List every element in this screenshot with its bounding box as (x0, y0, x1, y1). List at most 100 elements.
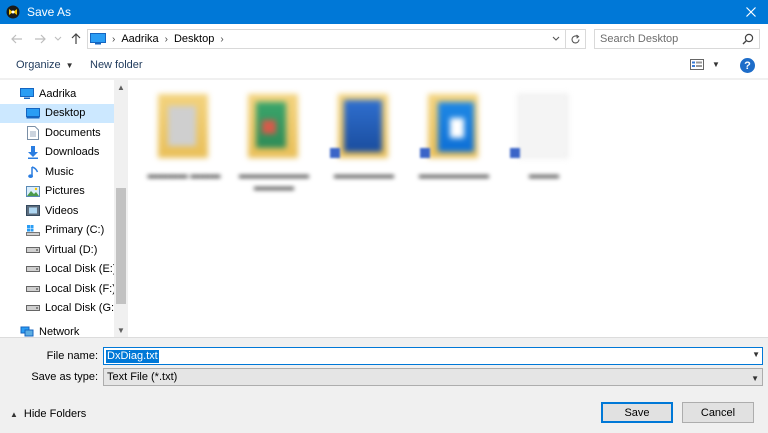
nav-item-label: Virtual (D:) (45, 243, 98, 256)
nav-item-label: Aadrika (39, 87, 77, 100)
folder-thumbnail (158, 94, 208, 158)
nav-item-virtual-d[interactable]: Virtual (D:) (0, 240, 114, 260)
folder-thumbnail (248, 94, 298, 158)
file-list[interactable]: ▬▬▬▬ ▬▬▬ ▬▬▬▬▬▬▬ ▬▬▬▬ ▬▬▬▬▬▬ ▬▬▬▬▬▬▬ ▬▬▬ (128, 80, 768, 337)
nav-item-label: Desktop (45, 107, 86, 120)
forward-arrow-icon (35, 34, 46, 44)
music-icon (26, 165, 40, 179)
window-title: Save As (27, 5, 72, 19)
navigation-pane: Aadrika Desktop Documents Downloads Musi… (0, 80, 128, 337)
refresh-button[interactable] (566, 29, 586, 49)
scrollbar-thumb[interactable] (116, 188, 126, 304)
back-button[interactable] (9, 31, 25, 47)
file-name-selected-text: DxDiag.txt (106, 350, 159, 363)
desktop-icon (26, 106, 40, 120)
file-name-input[interactable]: DxDiag.txt ▼ (103, 347, 763, 365)
nav-item-label: Pictures (45, 185, 85, 198)
nav-item-label: Downloads (45, 146, 100, 159)
nav-item-label: Primary (C:) (45, 224, 105, 237)
videos-icon (26, 204, 40, 218)
windows-drive-icon (26, 223, 40, 237)
shortcut-overlay-icon (510, 148, 520, 158)
drive-icon (26, 301, 40, 315)
forward-button[interactable] (32, 31, 48, 47)
drive-icon (26, 282, 40, 296)
scroll-down-button[interactable]: ▼ (114, 323, 128, 337)
address-dropdown-button[interactable] (549, 32, 563, 46)
new-folder-button[interactable]: New folder (90, 59, 143, 71)
file-item[interactable]: ▬▬▬▬▬▬▬ ▬▬▬▬ (234, 90, 314, 193)
save-as-type-value: Text File (*.txt) (107, 371, 178, 383)
computer-icon (20, 87, 34, 101)
refresh-icon (571, 34, 580, 43)
file-name-blurred: ▬▬▬▬▬▬▬ ▬▬▬▬ (239, 170, 309, 193)
save-button[interactable]: Save (601, 402, 673, 423)
navigation-scrollbar[interactable]: ▲ ▼ (114, 80, 128, 337)
recent-locations-button[interactable] (50, 31, 66, 47)
file-thumbnail (518, 94, 568, 158)
chevron-right-icon: › (164, 33, 168, 45)
save-as-type-select[interactable]: Text File (*.txt) ▼ (103, 368, 763, 386)
nav-item-local-disk-e[interactable]: Local Disk (E:) (0, 260, 117, 280)
organize-label: Organize (16, 59, 61, 71)
nav-item-music[interactable]: Music (0, 162, 114, 182)
nav-item-desktop[interactable]: Desktop (0, 103, 114, 123)
nav-item-downloads[interactable]: Downloads (0, 143, 114, 163)
file-item[interactable]: ▬▬▬▬▬▬ (324, 90, 404, 190)
hide-folders-button[interactable]: ▲ Hide Folders (10, 408, 86, 420)
nav-item-label: Network (39, 325, 80, 337)
network-icon (20, 325, 34, 337)
up-arrow-icon (71, 33, 81, 44)
nav-item-label: Videos (45, 204, 79, 217)
cancel-button[interactable]: Cancel (682, 402, 754, 423)
up-button[interactable] (68, 31, 84, 47)
chevron-right-icon: › (112, 33, 116, 45)
caret-down-icon: ▼ (65, 60, 74, 70)
computer-icon (90, 33, 106, 45)
change-view-button[interactable]: ▼ (690, 59, 720, 70)
app-icon (6, 5, 20, 19)
folder-thumbnail (338, 94, 388, 158)
drive-icon (26, 243, 40, 257)
file-name-blurred: ▬▬▬▬ ▬▬▬ (147, 170, 221, 181)
breadcrumb-aadrika[interactable]: Aadrika (121, 33, 158, 45)
hide-folders-label: Hide Folders (23, 408, 87, 420)
nav-item-local-disk-f[interactable]: Local Disk (F:) (0, 279, 116, 299)
scroll-up-button[interactable]: ▲ (114, 80, 128, 94)
nav-item-pictures[interactable]: Pictures (0, 182, 114, 202)
nav-item-aadrika[interactable]: Aadrika (0, 84, 114, 104)
chevron-down-icon[interactable]: ▼ (752, 350, 760, 359)
shortcut-overlay-icon (330, 148, 340, 158)
nav-item-primary-c[interactable]: Primary (C:) (0, 221, 114, 241)
close-button[interactable] (734, 0, 768, 24)
file-name-label: File name: (46, 350, 98, 362)
file-name-blurred: ▬▬▬ (529, 170, 559, 181)
file-name-blurred: ▬▬▬▬▬▬▬ (419, 170, 489, 181)
nav-item-label: Local Disk (E:) (45, 263, 117, 276)
address-bar[interactable]: › Aadrika › Desktop › (87, 29, 566, 49)
nav-item-label: Music (45, 165, 74, 178)
title-bar: Save As (0, 0, 768, 24)
chevron-down-icon (54, 36, 62, 41)
search-icon[interactable] (742, 33, 754, 45)
help-button[interactable]: ? (740, 58, 755, 73)
organize-button[interactable]: Organize ▼ (16, 59, 74, 71)
file-item[interactable]: ▬▬▬▬▬▬▬ (414, 90, 494, 190)
save-as-type-label: Save as type: (31, 371, 98, 383)
view-icon (690, 59, 704, 70)
nav-item-videos[interactable]: Videos (0, 201, 114, 221)
breadcrumb-desktop[interactable]: Desktop (174, 33, 214, 45)
file-item[interactable]: ▬▬▬▬ ▬▬▬ (144, 90, 224, 190)
chevron-right-icon: › (220, 33, 224, 45)
search-box[interactable] (594, 29, 760, 49)
file-name-blurred: ▬▬▬▬▬▬ (334, 170, 394, 181)
chevron-down-icon (552, 36, 560, 41)
nav-item-local-disk-g[interactable]: Local Disk (G:) (0, 299, 118, 319)
file-item[interactable]: ▬▬▬ (504, 90, 584, 190)
command-bar: Organize ▼ New folder ▼ ? (0, 54, 768, 79)
search-input[interactable] (595, 30, 735, 48)
caret-up-icon: ▲ (10, 409, 18, 419)
nav-item-label: Local Disk (G:) (45, 302, 118, 315)
nav-item-network[interactable]: Network (0, 322, 114, 337)
nav-item-documents[interactable]: Documents (0, 123, 114, 143)
